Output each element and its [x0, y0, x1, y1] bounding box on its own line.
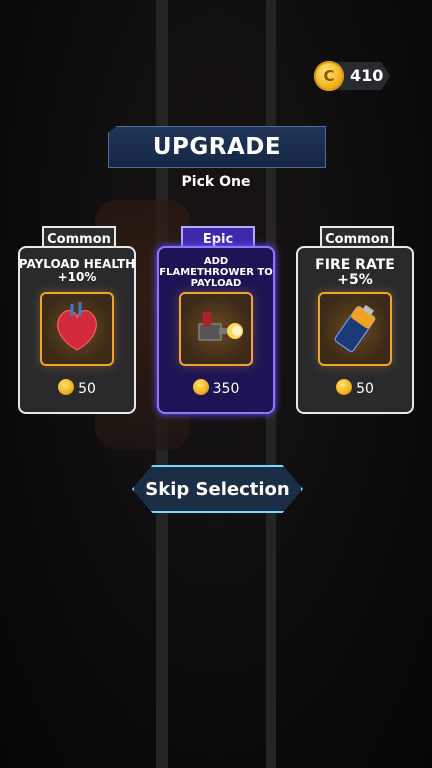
upgrade-card-fire-rate[interactable]: Common FIRE RATE +5% 50	[296, 226, 414, 414]
upgrade-name: ADD FLAMETHROWER TO PAYLOAD	[159, 256, 273, 289]
coin-icon	[336, 379, 353, 395]
page-subtitle: Pick One	[181, 174, 251, 190]
skip-selection-button[interactable]: Skip Selection	[132, 465, 303, 513]
price: 50	[18, 379, 136, 397]
price: 50	[296, 379, 414, 397]
upgrade-name: PAYLOAD HEALTH +10%	[18, 257, 136, 284]
coin-icon: C	[314, 61, 344, 91]
heart-icon	[40, 292, 114, 366]
battery-icon	[318, 292, 392, 366]
upgrade-card-flamethrower[interactable]: Epic ADD FLAMETHROWER TO PAYLOAD 350	[157, 226, 275, 414]
upgrade-card-payload-health[interactable]: Common PAYLOAD HEALTH +10% 50	[18, 226, 136, 414]
page-title: UPGRADE	[108, 126, 326, 168]
upgrade-name: FIRE RATE +5%	[315, 257, 395, 288]
coin-icon	[58, 379, 75, 395]
flamethrower-icon	[179, 292, 253, 366]
coin-count: 410	[350, 66, 384, 85]
price: 350	[157, 379, 275, 397]
coin-icon	[192, 379, 209, 395]
